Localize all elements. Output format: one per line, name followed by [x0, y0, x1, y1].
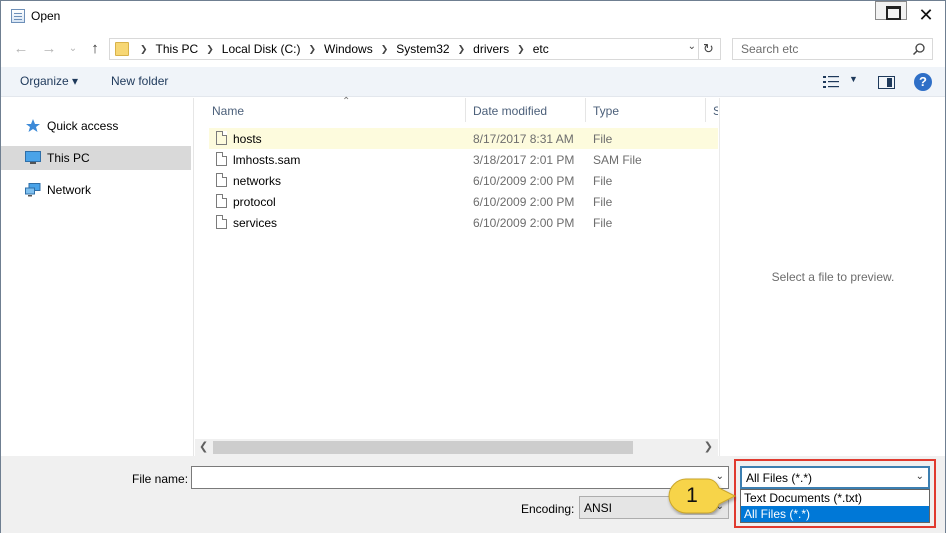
file-name: hosts [233, 132, 262, 146]
scroll-left-icon[interactable]: ❮ [199, 440, 208, 453]
file-date: 6/10/2009 2:00 PM [473, 216, 575, 230]
file-date: 6/10/2009 2:00 PM [473, 174, 575, 188]
preview-message: Select a file to preview. [771, 270, 895, 284]
file-icon [216, 194, 227, 208]
crumb-drivers[interactable]: drivers [473, 42, 509, 56]
file-type-dropdown-list: Text Documents (*.txt) All Files (*.*) [740, 489, 930, 523]
file-date: 6/10/2009 2:00 PM [473, 195, 575, 209]
file-name: services [233, 216, 278, 230]
crumb-this-pc[interactable]: This PC [156, 42, 199, 56]
view-dropdown-icon[interactable]: ▼ [849, 74, 858, 84]
title-bar: Open ✕ [1, 1, 945, 31]
file-list: Name ⌃ Date modified Type S hosts 8/17/2… [195, 96, 718, 456]
recent-dropdown-icon[interactable]: ⌄ [65, 40, 81, 58]
horizontal-scrollbar[interactable]: ❮ ❯ [195, 439, 718, 456]
file-date: 8/17/2017 8:31 AM [473, 132, 574, 146]
organize-button[interactable]: Organize ▾ [20, 74, 78, 88]
forward-arrow-icon[interactable]: → [41, 40, 57, 58]
nav-label: This PC [47, 151, 90, 165]
file-name-label: File name: [132, 472, 189, 486]
nav-item-network[interactable]: Network [1, 178, 191, 202]
new-folder-button[interactable]: New folder [111, 74, 168, 88]
file-type-select[interactable]: All Files (*.*) ⌄ [740, 466, 930, 489]
file-type: File [593, 216, 613, 230]
chevron-right-icon: ❯ [140, 43, 148, 54]
nav-item-this-pc[interactable]: This PC [1, 146, 191, 170]
close-icon[interactable]: ✕ [915, 5, 937, 25]
column-header-size[interactable]: S [709, 98, 718, 122]
crumb-windows[interactable]: Windows [324, 42, 373, 56]
file-type-option-txt[interactable]: Text Documents (*.txt) [741, 490, 929, 506]
sort-ascending-icon: ⌃ [342, 96, 351, 107]
file-icon [216, 215, 227, 229]
column-header-name[interactable]: Name ⌃ [208, 96, 466, 122]
crumb-etc[interactable]: etc [533, 42, 549, 56]
chevron-right-icon[interactable]: ❯ [308, 44, 316, 55]
view-options-icon[interactable] [823, 76, 839, 88]
file-row[interactable]: services 6/10/2009 2:00 PM File [209, 212, 718, 233]
file-type: File [593, 132, 613, 146]
search-icon[interactable] [912, 42, 926, 56]
crumb-local-disk[interactable]: Local Disk (C:) [222, 42, 301, 56]
chevron-right-icon[interactable]: ❯ [517, 44, 525, 55]
file-icon [216, 173, 227, 187]
file-date: 3/18/2017 2:01 PM [473, 153, 575, 167]
file-type-option-all[interactable]: All Files (*.*) [741, 506, 929, 522]
column-header-type[interactable]: Type [589, 98, 706, 122]
crumb-system32[interactable]: System32 [396, 42, 449, 56]
file-row[interactable]: hosts 8/17/2017 8:31 AM File [209, 128, 718, 149]
breadcrumb: ❯ This PC ❯ Local Disk (C:) ❯ Windows ❯ … [132, 42, 549, 56]
refresh-icon[interactable]: ↻ [698, 39, 718, 59]
file-type: SAM File [593, 153, 642, 167]
file-name: protocol [233, 195, 276, 209]
preview-pane-icon[interactable] [878, 76, 895, 89]
computer-icon [25, 151, 41, 164]
file-name: networks [233, 174, 282, 188]
file-icon [216, 131, 227, 145]
preview-pane: Select a file to preview. [719, 98, 945, 456]
network-icon [25, 183, 41, 197]
file-row[interactable]: networks 6/10/2009 2:00 PM File [209, 170, 718, 191]
chevron-right-icon[interactable]: ❯ [381, 44, 389, 55]
encoding-value: ANSI [584, 501, 613, 515]
nav-label: Quick access [47, 119, 119, 133]
search-placeholder: Search etc [741, 42, 799, 56]
address-bar[interactable]: ❯ This PC ❯ Local Disk (C:) ❯ Windows ❯ … [109, 38, 721, 60]
file-type-value: All Files (*.*) [746, 471, 813, 485]
nav-label: Network [47, 183, 92, 197]
callout-number: 1 [686, 484, 698, 507]
window-title: Open [31, 9, 61, 23]
chevron-down-icon[interactable]: ⌄ [916, 471, 924, 482]
file-name: lmhosts.sam [233, 153, 301, 167]
file-icon [216, 152, 227, 166]
file-type: File [593, 195, 613, 209]
command-bar: Organize ▾ New folder ▼ ? [1, 67, 945, 97]
folder-icon [115, 42, 129, 56]
search-input[interactable]: Search etc [732, 38, 933, 60]
file-row[interactable]: protocol 6/10/2009 2:00 PM File [209, 191, 718, 212]
open-dialog: Open ✕ ← → ⌄ ↑ ❯ This PC ❯ Local Disk (C… [0, 0, 946, 533]
scrollbar-thumb[interactable] [213, 441, 633, 454]
scroll-right-icon[interactable]: ❯ [704, 440, 713, 453]
column-header-date[interactable]: Date modified [469, 98, 586, 122]
file-type: File [593, 174, 613, 188]
nav-item-quick-access[interactable]: Quick access [1, 114, 191, 138]
up-arrow-icon[interactable]: ↑ [87, 40, 103, 58]
file-name-field[interactable]: ⌄ [191, 466, 729, 489]
chevron-down-icon[interactable]: ⌄ [688, 41, 696, 52]
star-icon [26, 119, 40, 132]
chevron-right-icon[interactable]: ❯ [206, 44, 214, 55]
file-row[interactable]: lmhosts.sam 3/18/2017 2:01 PM SAM File [209, 149, 718, 170]
navigation-pane: Quick access This PC Network [1, 98, 194, 456]
chevron-right-icon[interactable]: ❯ [458, 44, 466, 55]
notepad-icon [11, 9, 25, 23]
back-arrow-icon[interactable]: ← [13, 40, 29, 58]
encoding-label: Encoding: [521, 502, 575, 516]
help-icon[interactable]: ? [914, 73, 932, 91]
column-name-label: Name [212, 104, 245, 118]
restore-icon[interactable] [875, 1, 907, 20]
